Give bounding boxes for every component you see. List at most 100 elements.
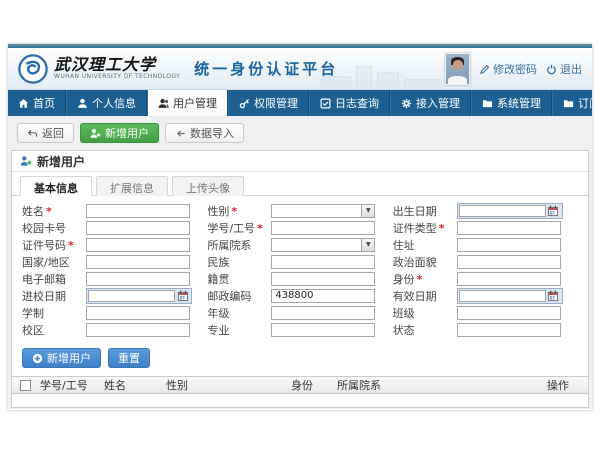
text-input[interactable] bbox=[457, 221, 561, 235]
select-field[interactable]: ▼ bbox=[271, 204, 375, 218]
text-input[interactable] bbox=[271, 221, 375, 235]
field-label: 邮政编码 bbox=[207, 288, 271, 304]
field-label: 学号/工号* bbox=[207, 220, 271, 236]
form-field: 专业 bbox=[207, 322, 392, 337]
field-label: 有效日期 bbox=[393, 288, 457, 304]
field-label: 政治面貌 bbox=[393, 254, 457, 270]
chevron-down-icon[interactable]: ▼ bbox=[361, 205, 374, 217]
logout-link[interactable]: 退出 bbox=[546, 61, 582, 77]
calendar-icon[interactable] bbox=[546, 289, 561, 303]
back-button-label: 返回 bbox=[42, 125, 64, 141]
tab-1[interactable]: 基本信息 bbox=[20, 176, 92, 196]
table-body-empty bbox=[12, 394, 588, 407]
submit-add-user-label: 新增用户 bbox=[47, 350, 91, 366]
select-field[interactable]: ▼ bbox=[271, 238, 375, 252]
platform-title: 统一身份认证平台 bbox=[194, 58, 338, 79]
form-field: 有效日期 bbox=[393, 288, 578, 303]
table-column-header: 性别 bbox=[164, 377, 289, 393]
key-icon bbox=[239, 98, 250, 109]
text-input[interactable] bbox=[457, 272, 561, 286]
form-field: 籍贯 bbox=[207, 271, 392, 286]
nav-item-5[interactable]: 日志查询 bbox=[309, 90, 390, 116]
form-field: 学制 bbox=[22, 305, 207, 320]
field-label: 性别* bbox=[207, 203, 271, 219]
field-label: 校区 bbox=[22, 322, 86, 338]
form-field: 校区 bbox=[22, 322, 207, 337]
reset-button[interactable]: 重置 bbox=[108, 348, 150, 368]
nav-item-8[interactable]: 订阅管理 bbox=[552, 90, 592, 116]
calendar-icon[interactable] bbox=[175, 289, 190, 303]
text-input[interactable] bbox=[457, 306, 561, 320]
nav-item-4[interactable]: 权限管理 bbox=[228, 90, 309, 116]
data-import-button[interactable]: 数据导入 bbox=[165, 123, 244, 143]
form-field: 政治面貌 bbox=[393, 254, 578, 269]
university-name-cn: 武汉理工大学 bbox=[54, 57, 180, 73]
text-input[interactable] bbox=[86, 323, 190, 337]
text-input[interactable] bbox=[86, 204, 190, 218]
text-input[interactable] bbox=[86, 306, 190, 320]
tab-3[interactable]: 上传头像 bbox=[172, 176, 244, 196]
date-input[interactable] bbox=[459, 290, 546, 302]
change-password-label: 修改密码 bbox=[493, 61, 537, 77]
date-input[interactable] bbox=[88, 290, 175, 302]
required-marker: * bbox=[231, 205, 237, 218]
calendar-icon[interactable] bbox=[546, 204, 561, 218]
text-input[interactable] bbox=[457, 238, 561, 252]
text-input[interactable] bbox=[457, 323, 561, 337]
reset-button-label: 重置 bbox=[118, 350, 140, 366]
nav-item-1[interactable]: 首页 bbox=[8, 90, 66, 116]
nav-item-6[interactable]: 接入管理 bbox=[390, 90, 471, 116]
required-marker: * bbox=[257, 222, 263, 235]
user-plus-icon bbox=[20, 155, 32, 167]
nav-item-label: 个人信息 bbox=[92, 95, 136, 111]
form-field: 状态 bbox=[393, 322, 578, 337]
field-label: 证件号码* bbox=[22, 237, 86, 253]
tab-2[interactable]: 扩展信息 bbox=[96, 176, 168, 196]
folder-icon bbox=[482, 98, 493, 109]
nav-item-7[interactable]: 系统管理 bbox=[471, 90, 552, 116]
field-label: 电子邮箱 bbox=[22, 271, 86, 287]
form-field: 学号/工号* bbox=[207, 220, 392, 235]
text-input[interactable] bbox=[86, 272, 190, 286]
user-avatar[interactable] bbox=[445, 53, 470, 85]
browser-page: 武汉理工大学 WUHAN UNIVERSITY OF TECHNOLOGY 统一… bbox=[8, 44, 592, 410]
date-input[interactable] bbox=[459, 205, 546, 217]
select-all-checkbox[interactable] bbox=[20, 380, 31, 391]
logout-label: 退出 bbox=[560, 61, 582, 77]
change-password-link[interactable]: 修改密码 bbox=[479, 61, 537, 77]
text-input[interactable]: 438800 bbox=[271, 289, 375, 303]
pencil-icon bbox=[479, 64, 490, 75]
add-user-toolbar-label: 新增用户 bbox=[105, 125, 149, 141]
text-input[interactable] bbox=[86, 255, 190, 269]
table-column-header: 操作 bbox=[545, 377, 588, 393]
university-logo bbox=[18, 54, 48, 84]
nav-item-3[interactable]: 用户管理 bbox=[147, 90, 228, 116]
field-label: 学制 bbox=[22, 305, 86, 321]
text-input[interactable] bbox=[271, 272, 375, 286]
submit-add-user-button[interactable]: 新增用户 bbox=[22, 348, 101, 368]
log-icon bbox=[320, 98, 331, 109]
field-label: 所属院系 bbox=[207, 237, 271, 253]
add-user-toolbar-button[interactable]: 新增用户 bbox=[80, 123, 159, 143]
table-column-header: 身份 bbox=[289, 377, 335, 393]
back-button[interactable]: 返回 bbox=[17, 123, 74, 143]
campus-skyline-decor bbox=[321, 66, 442, 88]
import-arrow-icon bbox=[175, 128, 186, 139]
folder-icon bbox=[563, 98, 574, 109]
text-input[interactable] bbox=[86, 221, 190, 235]
text-input[interactable] bbox=[457, 255, 561, 269]
nav-item-2[interactable]: 个人信息 bbox=[66, 90, 147, 116]
table-header: 学号/工号姓名性别身份所属院系操作 bbox=[12, 376, 588, 394]
users-icon bbox=[158, 98, 169, 109]
form-field: 性别* ▼ bbox=[207, 203, 392, 218]
back-arrow-icon bbox=[27, 128, 38, 139]
form-field: 证件号码* bbox=[22, 237, 207, 252]
text-input[interactable] bbox=[86, 238, 190, 252]
form-field: 班级 bbox=[393, 305, 578, 320]
text-input[interactable] bbox=[271, 306, 375, 320]
chevron-down-icon[interactable]: ▼ bbox=[361, 239, 374, 251]
form-field: 姓名* bbox=[22, 203, 207, 218]
text-input[interactable] bbox=[271, 255, 375, 269]
field-label: 出生日期 bbox=[393, 203, 457, 219]
text-input[interactable] bbox=[271, 323, 375, 337]
